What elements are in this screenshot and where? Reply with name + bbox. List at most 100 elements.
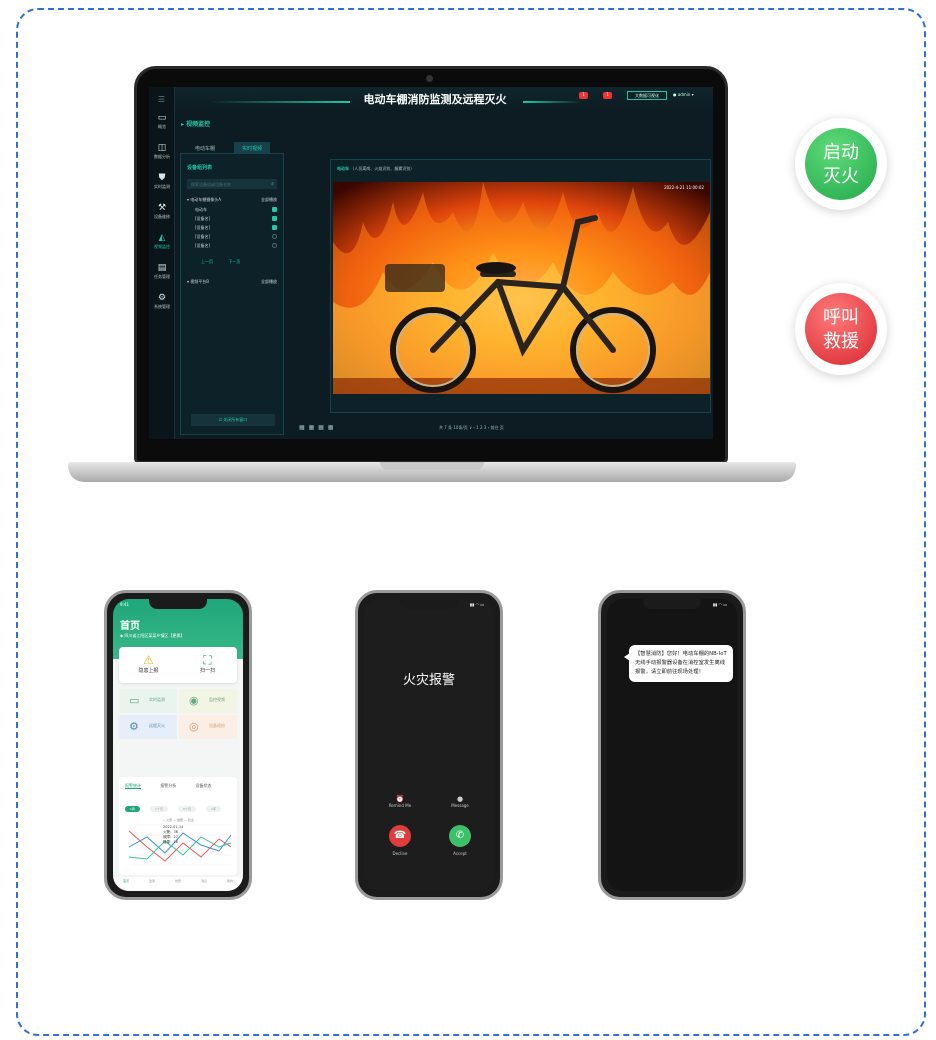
stats-tabs: 报警统计 报警分析 设备状态 [125,783,237,789]
tile-video[interactable]: ◉ 监控视频 [179,689,237,713]
sidebar-item-label: 任务管理 [154,274,170,279]
phone-sms: ▮▮ ◠ ▭ 【智慧消防】您好！电动车棚的NB-IoT无线手动报警器设备在消控室… [598,590,746,900]
tab-alarm-analysis[interactable]: 报警分析 [160,783,176,788]
call-rescue-face: 呼叫 救援 [805,293,877,365]
device-group-b[interactable]: ▾ 视频平台B 全部播放 [187,279,277,285]
phone-notch [149,599,207,609]
location-selector[interactable]: ◆ 四川省江阳区某某乡镇区【更换】 [120,633,184,639]
sidebar-item[interactable]: ▭ 概览 [149,110,175,140]
device-checkbox[interactable] [272,216,277,221]
sidebar-item-label: 实时监测 [154,184,170,189]
alarm-bell-icon[interactable]: 1 [579,92,588,99]
sidebar-item[interactable]: ⚙ 系统管理 [149,290,175,320]
phone-call: ▮▮ ◠ ▭ 火灾报警 ⏰ Remind Me ● Message ☎ ✆ Decl… [355,590,503,900]
phone-notch [643,599,701,609]
device-pager: 上一页 下一页 [201,259,283,265]
prev-page-link[interactable]: 上一页 [201,259,213,264]
status-icons: ▮▮ ◠ ▭ [712,602,727,607]
group-name: 视频平台B [190,279,210,284]
device-item[interactable]: [设备名] [195,243,277,249]
call-rescue-button[interactable]: 呼叫 救援 [795,283,887,375]
decline-button[interactable]: ☎ [389,825,411,847]
message-button[interactable]: ● Message [430,795,490,808]
tabbar-message[interactable]: 消息 [191,879,217,883]
sidebar-item[interactable]: ▤ 任务管理 [149,260,175,290]
next-page-link[interactable]: 下一页 [228,259,240,264]
tab-alarm-stats[interactable]: 报警统计 [125,783,141,789]
device-name: [设备名] [195,243,211,248]
notification-icon[interactable]: 1 [603,92,612,99]
app-title: 电动车棚消防监测及远程灭火 [363,93,507,106]
action-label: 隐患上报 [138,668,159,674]
fire-video-feed[interactable]: 2022-4-21 11:00:02 [333,182,710,394]
inspect-icon: ◎ [189,720,199,733]
device-checkbox[interactable] [272,243,277,248]
sidebar-item[interactable]: ⛊ 实时监测 [149,170,175,200]
settings-icon: ⚙ [157,293,167,303]
sidebar-item[interactable]: ◫ 数据分析 [149,140,175,170]
decline-label: Decline [392,851,408,856]
sidebar-item[interactable]: ◭ 视频监控 [149,230,175,260]
start-extinguish-button[interactable]: 启动 灭火 [795,118,887,210]
user-menu[interactable]: ● admin ▾ [673,92,694,97]
accept-button[interactable]: ✆ [449,825,471,847]
sms-bubble: 【智慧消防】您好！电动车棚的NB-IoT无线手动报警器设备在消控室发生离线报警，… [624,645,733,682]
remind-me-button[interactable]: ⏰ Remind Me [370,795,430,808]
tile-inspection[interactable]: ◎ 设备巡检 [179,715,237,739]
play-all-link[interactable]: 全部播放 [261,197,277,203]
pill-week[interactable]: 1周 [125,806,140,812]
video-timestamp: 2022-4-21 11:00:02 [664,185,704,190]
start-extinguish-face: 启动 灭火 [805,128,877,200]
tabbar-monitor[interactable]: 监测 [139,879,165,883]
device-item[interactable]: 电动车 [195,207,277,213]
tabbar-profile[interactable]: 我的 [217,879,243,883]
device-list-title: 设备组列表 [187,165,213,171]
pill-year[interactable]: 1年 [206,806,221,812]
tile-label: 设备巡检 [209,723,225,728]
pagination[interactable]: 共 7 条 10条/页 ∨ ‹ 1 2 3 › 前往 页 [439,425,504,431]
tile-extinguish[interactable]: ⚙ 远程灭火 [119,715,177,739]
device-checkbox[interactable] [272,225,277,230]
phone-call-screen: ▮▮ ◠ ▭ 火灾报警 ⏰ Remind Me ● Message ☎ ✆ Decl… [364,599,494,891]
wrench-icon: ⚒ [157,203,167,213]
gear-icon: ⚙ [129,720,139,733]
big-screen-button[interactable]: 大数据可视化 [627,91,667,100]
menu-icon[interactable]: ☰ [149,95,174,104]
bottom-tab-bar: 首页 监测 告警 消息 我的 [113,877,243,891]
app-body: ⚠ 隐患上报 ⛶ 扫一扫 ▭ 实时监测 ◉ 监控视频 ⚙ 远程灭火 ◎ 设备巡检 报警统计 … [113,647,243,891]
device-group-a[interactable]: ▾ 电动车棚摄像头A 全部播放 [187,197,277,203]
sidebar-item[interactable]: ⚒ 设备维修 [149,200,175,230]
tab-device-status[interactable]: 设备状态 [196,783,212,788]
view-layout-icons[interactable]: ▦ ▦ ▦ ▦ [299,424,334,431]
title-decoration-left [205,101,350,103]
scan-button[interactable]: ⛶ 扫一扫 [178,653,237,674]
device-checkbox[interactable] [272,234,277,239]
laptop-screen: ☰ ▭ 概览 ◫ 数据分析 ⛊ 实时监测 ⚒ 设备维修 ◭ 视频监控 ▤ 任务管理 ⚙ 系统管理 电动车棚… [149,87,713,439]
camera-name: 电动车 [337,166,349,171]
tile-monitor[interactable]: ▭ 实时监测 [119,689,177,713]
search-icon[interactable]: ⌕ [271,181,274,187]
breadcrumb-label: 视频监控 [186,121,211,128]
device-item[interactable]: [设备名] [195,234,277,240]
tabbar-home[interactable]: 首页 [113,879,139,883]
task-icon: ▤ [157,263,167,273]
search-placeholder: 搜索设备组或设备名称 [191,182,231,187]
device-item[interactable]: [设备名] [195,225,277,231]
alarm-clock-icon: ⏰ [395,795,405,803]
play-all-link[interactable]: 全部播放 [261,279,277,285]
tabbar-alarm[interactable]: 告警 [165,879,191,883]
phone-app: 9:41 首页 ◆ 四川省江阳区某某乡镇区【更换】 ⚠ 隐患上报 ⛶ 扫一扫 ▭ 实时… [104,590,252,900]
device-search-input[interactable]: 搜索设备组或设备名称 ⌕ [187,179,277,189]
camera-icon: ◭ [158,233,166,243]
close-all-windows-button[interactable]: ⏻ 关闭所有窗口 [191,414,275,426]
call-label-1: 呼叫 [823,307,859,328]
location-text: 四川省江阳区某某乡镇区【更换】 [124,633,185,638]
pill-month[interactable]: 1个月 [150,806,168,812]
detection-tags: （人员离岗、火焰识别、烟雾识别） [350,166,415,171]
title-decoration-right [523,101,583,103]
pill-half-year[interactable]: 6个月 [178,806,196,812]
device-item[interactable]: [设备名] [195,216,277,222]
report-hazard-button[interactable]: ⚠ 隐患上报 [119,653,178,674]
device-checkbox[interactable] [272,207,277,212]
scan-icon: ⛶ [203,653,212,667]
